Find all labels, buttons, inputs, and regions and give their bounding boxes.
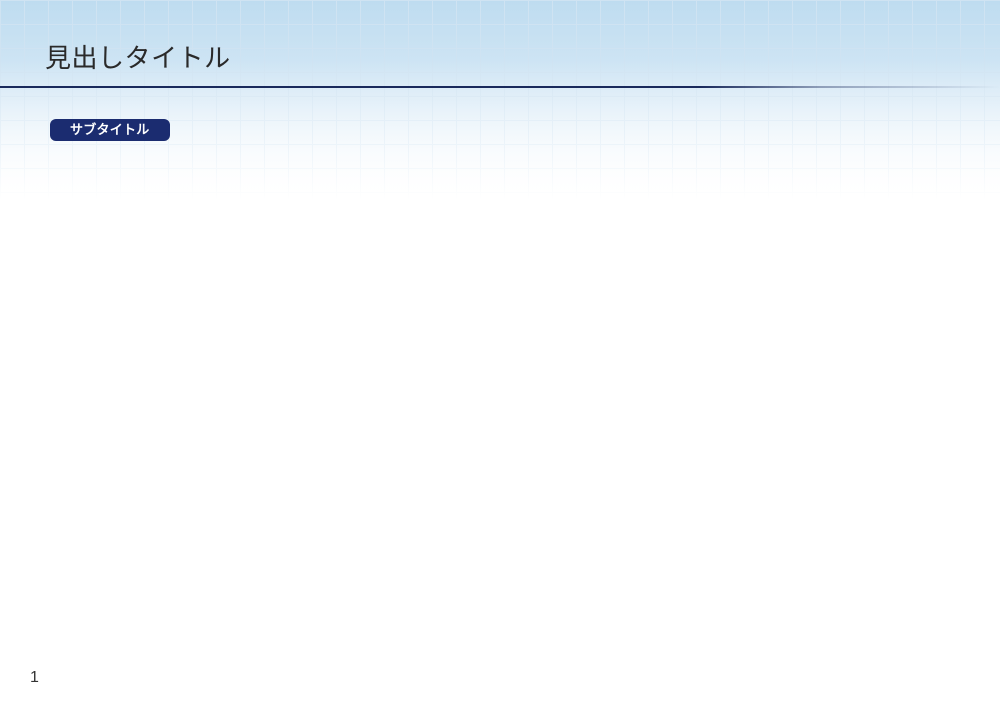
grid-background bbox=[0, 0, 1000, 200]
subtitle-pill: サブタイトル bbox=[50, 119, 170, 141]
slide: 見出しタイトル サブタイトル 1 bbox=[0, 0, 1000, 707]
page-number: 1 bbox=[30, 669, 39, 687]
title-rule bbox=[0, 86, 700, 88]
slide-title: 見出しタイトル bbox=[45, 38, 231, 75]
title-rule-fade bbox=[700, 86, 1000, 88]
